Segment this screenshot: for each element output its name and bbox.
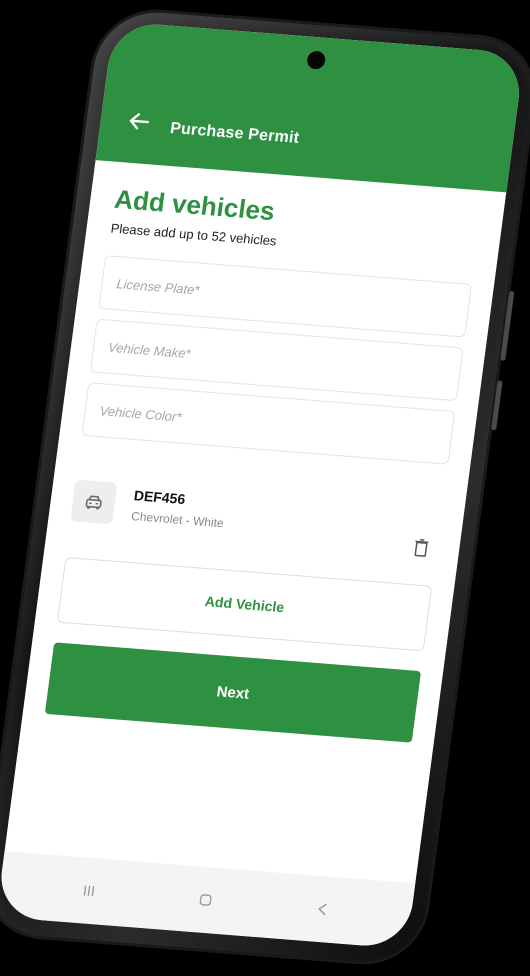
system-nav-bar [0,851,416,949]
license-plate-input[interactable] [113,274,457,319]
recents-icon[interactable] [72,875,106,907]
add-vehicle-button[interactable]: Add Vehicle [56,556,433,652]
back-chevron-icon[interactable] [306,893,340,925]
header-title: Purchase Permit [169,119,301,147]
vehicle-list-item: DEF456 Chevrolet - White [68,466,444,564]
vehicle-info: DEF456 Chevrolet - White [130,487,227,530]
device-frame: Purchase Permit Add vehicles Please add … [0,0,530,976]
phone-screen: Purchase Permit Add vehicles Please add … [0,21,525,949]
main-content: Add vehicles Please add up to 52 vehicle… [44,184,482,743]
app-header: Purchase Permit [95,21,525,193]
vehicle-plate: DEF456 [132,487,187,508]
vehicle-make-input[interactable] [105,338,449,382]
next-button[interactable]: Next [44,642,422,743]
power-button [491,380,503,431]
vehicle-description: Chevrolet - White [130,509,225,531]
vehicle-color-input[interactable] [96,401,440,446]
car-icon [70,479,118,525]
phone-shell: Purchase Permit Add vehicles Please add … [0,8,530,966]
volume-button [500,290,515,361]
trash-icon[interactable] [410,536,433,559]
home-icon[interactable] [189,884,223,916]
arrow-left-icon[interactable] [123,106,155,136]
